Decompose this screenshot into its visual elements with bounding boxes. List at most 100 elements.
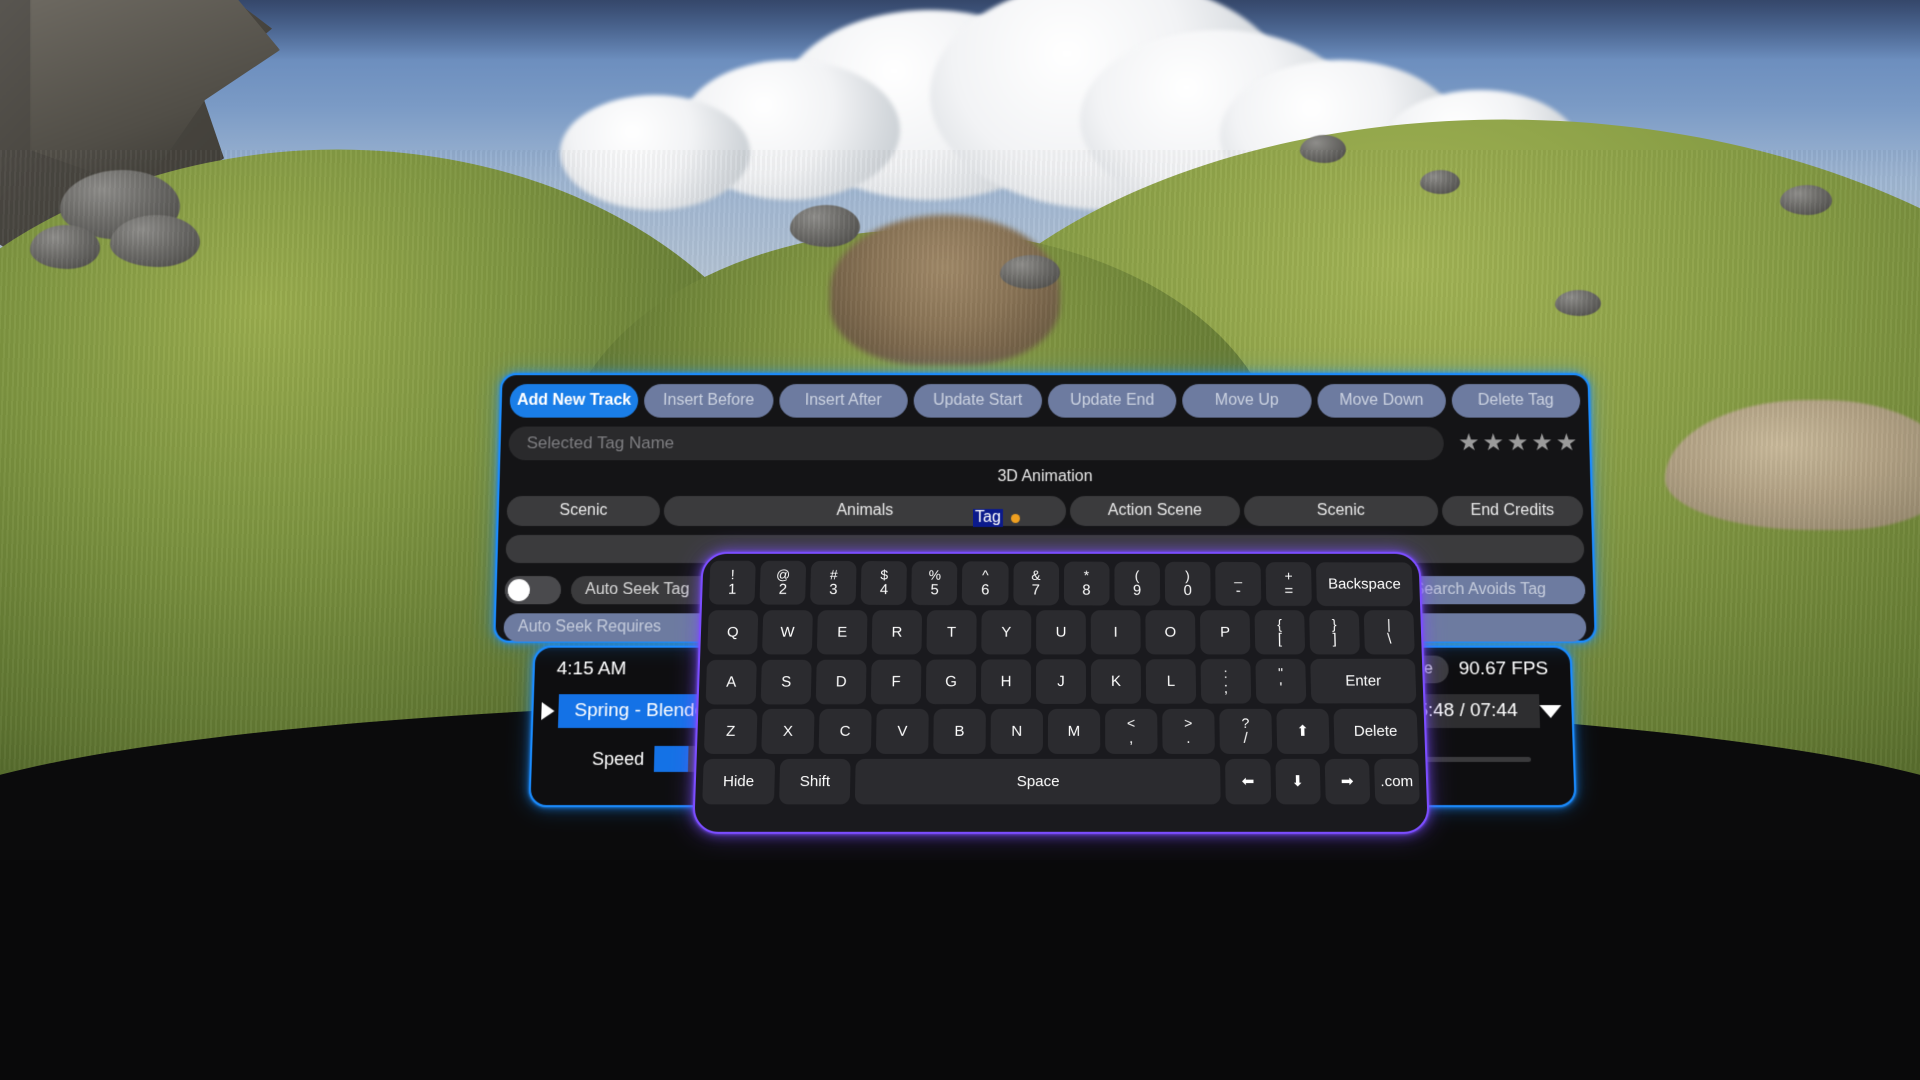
key-q[interactable]: Q — [707, 610, 759, 655]
insert-after-button[interactable]: Insert After — [778, 384, 908, 418]
tag-typed-text: Tag — [972, 508, 1003, 527]
key-5[interactable]: % 5 — [911, 561, 958, 606]
key-y[interactable]: Y — [981, 610, 1032, 655]
key-8[interactable]: * 8 — [1063, 561, 1110, 606]
key-3[interactable]: #3 — [810, 560, 857, 605]
speed-toggle[interactable] — [653, 745, 689, 772]
clock-label: 4:15 AM — [556, 658, 627, 680]
rock — [1000, 255, 1060, 289]
auto-seek-toggle[interactable] — [504, 576, 562, 605]
key-l[interactable]: L — [1145, 659, 1197, 704]
key-4[interactable]: $4 — [860, 561, 908, 605]
key-6[interactable]: ^ 6 — [962, 561, 1009, 606]
key-slash[interactable]: ? / — [1219, 708, 1273, 754]
key-a[interactable]: A — [705, 659, 757, 705]
lower-void — [0, 860, 1920, 1080]
key-z[interactable]: Z — [703, 708, 758, 754]
tag-chip-end-credits[interactable]: End Credits — [1441, 496, 1584, 526]
insert-before-button[interactable]: Insert Before — [644, 384, 774, 418]
key-p[interactable]: P — [1199, 610, 1251, 655]
key-r[interactable]: R — [871, 610, 923, 655]
tag-chips-row: Scenic Animals Action Scene Scenic End C… — [498, 493, 1591, 529]
rock — [1555, 290, 1601, 316]
selected-tag-name-input[interactable]: Selected Tag Name — [508, 426, 1445, 461]
star-icon[interactable]: ★ — [1482, 429, 1504, 456]
key-1[interactable]: ! 1 — [708, 560, 756, 605]
key-f[interactable]: F — [870, 659, 922, 705]
arrow-left-icon[interactable]: ⬅ — [1225, 758, 1271, 805]
keyboard-row-numbers: ! 1 @2 #3 $4 % 5 ^ 6 & 7 * 8 (9 ) 0 _ - + = Back… — [708, 560, 1414, 607]
rock — [110, 215, 200, 267]
move-down-button[interactable]: Move Down — [1316, 384, 1446, 418]
keyboard-row-space: Hide Shift Space ⬅ ⬇ ➡ .com — [702, 758, 1420, 805]
key-7[interactable]: & 7 — [1012, 561, 1059, 606]
rock — [790, 205, 860, 247]
collapse-icon[interactable] — [1539, 704, 1562, 718]
key-backslash[interactable]: | \ — [1363, 610, 1415, 655]
key-v[interactable]: V — [875, 708, 929, 754]
rock — [1300, 135, 1346, 163]
arrow-down-icon[interactable]: ⬇ — [1274, 758, 1321, 805]
key-j[interactable]: J — [1036, 659, 1087, 704]
key-o[interactable]: O — [1145, 610, 1196, 655]
key-enter[interactable]: Enter — [1310, 658, 1417, 704]
speed-label: Speed — [591, 748, 645, 769]
tag-chip-scenic-2[interactable]: Scenic — [1243, 496, 1438, 526]
tag-chip-scenic-1[interactable]: Scenic — [506, 496, 661, 526]
key-2[interactable]: @2 — [759, 560, 807, 605]
star-icon[interactable]: ★ — [1507, 429, 1529, 456]
key-s[interactable]: S — [760, 659, 812, 705]
key-n[interactable]: N — [990, 708, 1043, 754]
tag-chip-action-scene[interactable]: Action Scene — [1069, 496, 1241, 526]
key-semicolon[interactable]: :; — [1200, 659, 1252, 704]
key-bracket-left[interactable]: {[ — [1254, 610, 1306, 655]
key-comma[interactable]: <, — [1104, 708, 1158, 754]
text-cursor-dot-icon — [1010, 513, 1020, 523]
key-m[interactable]: M — [1047, 708, 1101, 754]
shift-up-arrow-icon[interactable]: ⬆ — [1276, 708, 1330, 754]
arrow-right-icon[interactable]: ➡ — [1324, 758, 1371, 805]
key-g[interactable]: G — [925, 659, 977, 705]
delete-tag-button[interactable]: Delete Tag — [1451, 384, 1581, 418]
update-end-button[interactable]: Update End — [1047, 384, 1177, 418]
key-period[interactable]: >. — [1162, 708, 1215, 754]
keyboard-row-bottom-letters: Z X C V B N M <, >. ? / ⬆ Delete — [703, 708, 1419, 754]
key-hide[interactable]: Hide — [702, 758, 775, 805]
key-d[interactable]: D — [815, 659, 867, 705]
tag-toolbar: Add New Track Insert Before Insert After… — [501, 380, 1588, 421]
rock — [30, 225, 100, 269]
key-9[interactable]: (9 — [1114, 561, 1160, 606]
star-icon[interactable]: ★ — [1531, 429, 1553, 456]
key-c[interactable]: C — [818, 708, 872, 754]
key-u[interactable]: U — [1036, 610, 1086, 655]
key-delete[interactable]: Delete — [1333, 708, 1419, 754]
key-dot-com[interactable]: .com — [1373, 758, 1420, 805]
keyboard-row-home: A S D F G H J K L :; " ' Enter — [705, 658, 1417, 705]
key-bracket-right[interactable]: }] — [1309, 610, 1360, 655]
key-0[interactable]: ) 0 — [1164, 561, 1211, 606]
move-up-button[interactable]: Move Up — [1182, 384, 1312, 418]
key-shift[interactable]: Shift — [778, 758, 851, 805]
key-x[interactable]: X — [761, 708, 815, 754]
rock — [1780, 185, 1832, 215]
key-k[interactable]: K — [1090, 659, 1142, 704]
key-t[interactable]: T — [926, 610, 977, 655]
key-b[interactable]: B — [933, 708, 986, 754]
star-icon[interactable]: ★ — [1556, 429, 1578, 456]
key-e[interactable]: E — [816, 610, 868, 655]
rating-stars[interactable]: ★ ★ ★ ★ ★ — [1450, 429, 1582, 456]
key-quote[interactable]: " ' — [1255, 658, 1307, 704]
key-i[interactable]: I — [1090, 610, 1141, 655]
play-icon[interactable] — [541, 702, 555, 721]
key-h[interactable]: H — [980, 659, 1032, 705]
key-minus[interactable]: _ - — [1215, 561, 1262, 606]
update-start-button[interactable]: Update Start — [913, 384, 1043, 418]
key-w[interactable]: W — [762, 610, 813, 655]
star-icon[interactable]: ★ — [1458, 429, 1480, 456]
key-backspace[interactable]: Backspace — [1316, 562, 1414, 607]
add-new-track-button[interactable]: Add New Track — [509, 384, 639, 418]
key-space[interactable]: Space — [855, 758, 1222, 805]
cloud — [560, 95, 750, 210]
keyboard-row-qwerty: Q W E R T Y U I O P {[ }] | \ — [707, 610, 1415, 655]
key-equals[interactable]: + = — [1265, 562, 1313, 606]
